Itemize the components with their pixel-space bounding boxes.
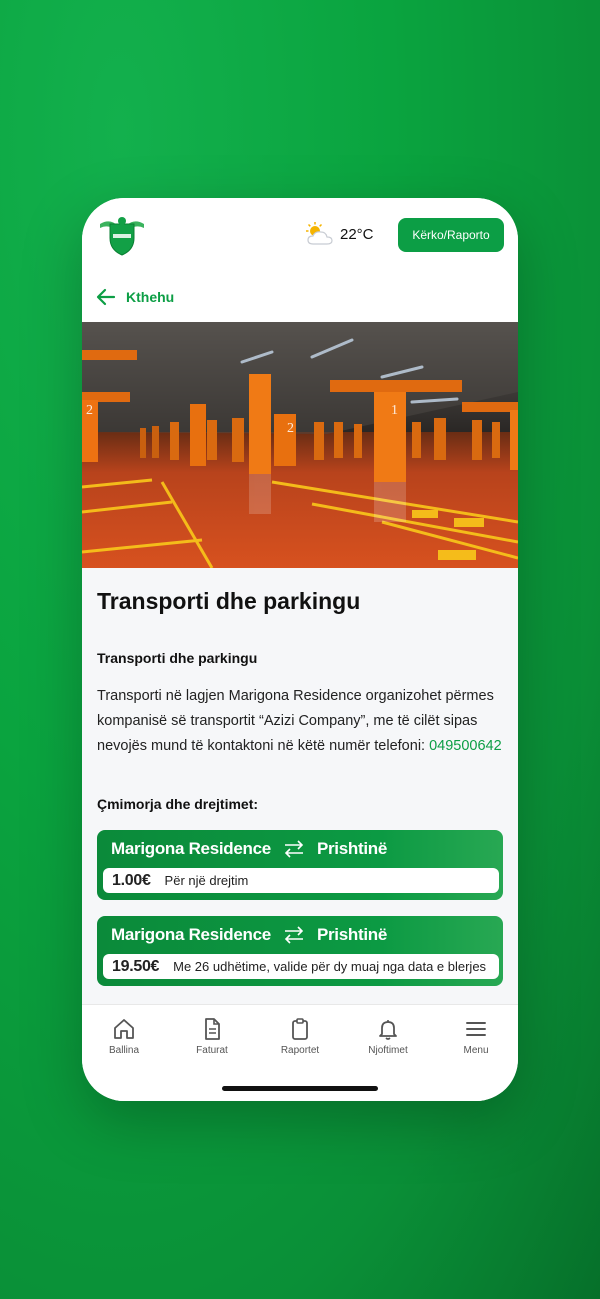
- route-destination: Prishtinë: [316, 925, 387, 944]
- article-content: Transporti dhe parkingu Transporti dhe p…: [82, 568, 518, 1004]
- route-price: 19.50€: [112, 957, 160, 975]
- route-origin: Marigona Residence: [111, 839, 271, 858]
- svg-text:1: 1: [391, 403, 398, 418]
- route-description: Për një drejtim: [164, 873, 249, 888]
- tab-menu[interactable]: Menu: [436, 1017, 516, 1056]
- home-icon: [114, 1019, 134, 1039]
- home-indicator: [222, 1086, 378, 1091]
- logo-icon: [100, 217, 144, 256]
- page-title: Transporti dhe parkingu: [97, 588, 361, 614]
- bell-icon: [379, 1020, 397, 1040]
- route-description: Me 26 udhëtime, valide për dy muaj nga d…: [173, 959, 487, 974]
- route-card: Marigona Residence Prishtinë 1.00€ Për n…: [97, 830, 503, 900]
- route-title: Marigona Residence Prishtinë: [111, 838, 387, 860]
- svg-text:2: 2: [287, 421, 294, 436]
- tab-njoftimet[interactable]: Njoftimet: [348, 1017, 428, 1056]
- tab-label: Ballina: [108, 1045, 140, 1056]
- article-body: Transporti në lagjen Marigona Residence …: [97, 684, 507, 759]
- route-card: Marigona Residence Prishtinë 19.50€ Me 2…: [97, 916, 503, 986]
- tab-faturat[interactable]: Faturat: [172, 1017, 252, 1056]
- temperature-label: 22°C: [340, 226, 374, 243]
- clipboard-icon: [292, 1018, 308, 1040]
- svg-text:2: 2: [86, 403, 93, 418]
- section-heading: Transporti dhe parkingu: [97, 650, 258, 666]
- route-destination: Prishtinë: [316, 839, 387, 858]
- price-bar: 19.50€ Me 26 udhëtime, valide për dy mua…: [103, 954, 499, 979]
- document-icon: [205, 1018, 220, 1040]
- prices-heading: Çmimorja dhe drejtimet:: [97, 796, 259, 812]
- back-label: Kthehu: [126, 289, 175, 305]
- route-price: 1.00€: [112, 871, 151, 889]
- phone-number-link[interactable]: 049500642: [429, 738, 502, 754]
- route-origin: Marigona Residence: [111, 925, 271, 944]
- report-button[interactable]: Kërko/Raporto: [398, 218, 504, 252]
- route-title: Marigona Residence Prishtinë: [111, 924, 387, 946]
- swap-arrows-icon: [284, 926, 304, 944]
- top-bar: 22°C Kërko/Raporto: [82, 198, 518, 278]
- back-button[interactable]: Kthehu: [96, 286, 174, 308]
- tab-label: Faturat: [196, 1045, 228, 1056]
- phone-frame: 22°C Kërko/Raporto Kthehu 1 2 2 Transpor…: [82, 198, 518, 1101]
- tab-raportet[interactable]: Raportet: [260, 1017, 340, 1056]
- price-bar: 1.00€ Për një drejtim: [103, 868, 499, 893]
- tab-ballina[interactable]: Ballina: [84, 1017, 164, 1056]
- arrow-left-icon: [96, 288, 116, 306]
- tab-label: Menu: [463, 1045, 489, 1056]
- tab-label: Njoftimet: [368, 1045, 408, 1056]
- parking-garage-image: 1 2 2: [82, 322, 518, 568]
- tab-label: Raportet: [280, 1045, 320, 1056]
- menu-icon: [466, 1022, 486, 1036]
- partly-cloudy-icon: [306, 222, 333, 245]
- swap-arrows-icon: [284, 840, 304, 858]
